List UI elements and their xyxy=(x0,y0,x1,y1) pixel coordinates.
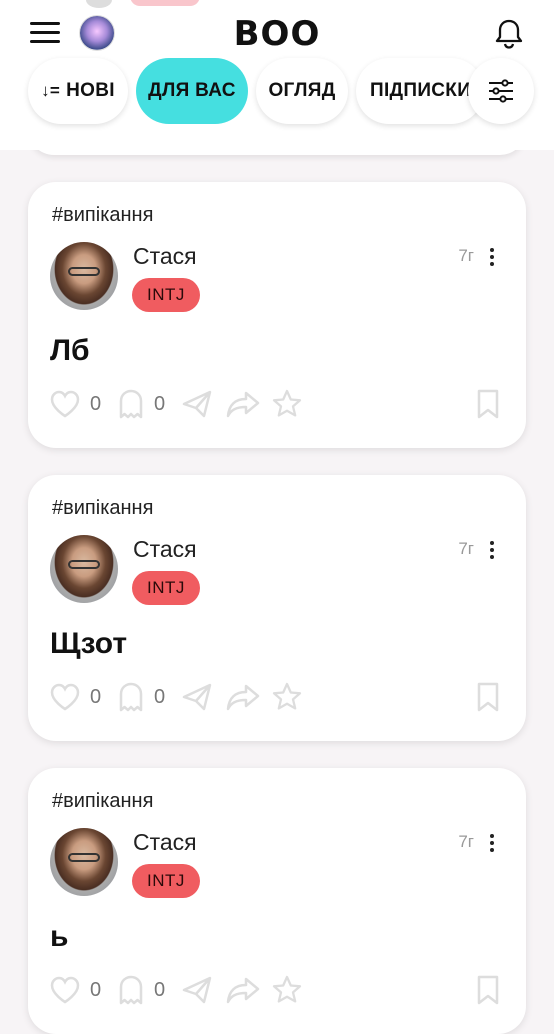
star-icon xyxy=(272,389,302,417)
paper-plane-icon xyxy=(182,683,212,711)
more-options-icon[interactable] xyxy=(490,834,496,854)
share-arrow-icon xyxy=(226,684,260,711)
send-button[interactable] xyxy=(182,681,212,713)
post-text: ь xyxy=(50,920,69,953)
tab-for-you-label: ДЛЯ ВАС xyxy=(148,80,236,101)
post-tag[interactable]: #випікання xyxy=(52,204,153,227)
share-button[interactable] xyxy=(226,388,260,420)
comment-count: 0 xyxy=(154,978,166,1001)
share-button[interactable] xyxy=(226,681,260,713)
star-icon xyxy=(272,682,302,710)
ghost-icon xyxy=(119,389,143,419)
tab-review-label: ОГЛЯД xyxy=(268,80,336,101)
post-card[interactable]: #випікання Стася INTJ 7г Щзот 0 0 xyxy=(28,475,526,741)
post-tag[interactable]: #випікання xyxy=(52,497,153,520)
post-tag[interactable]: #випікання xyxy=(52,790,153,813)
previous-card-avatar-fragment xyxy=(86,0,112,8)
like-button[interactable]: 0 xyxy=(50,388,101,420)
paper-plane-icon xyxy=(182,390,212,418)
comment-button[interactable]: 0 xyxy=(118,681,165,713)
bookmark-button[interactable] xyxy=(476,388,500,420)
bookmark-icon xyxy=(477,975,499,1005)
tab-review[interactable]: ОГЛЯД xyxy=(256,58,348,124)
comment-count: 0 xyxy=(154,685,166,708)
ghost-icon xyxy=(119,975,143,1005)
bookmark-icon xyxy=(477,389,499,419)
ghost-icon xyxy=(119,682,143,712)
send-button[interactable] xyxy=(182,388,212,420)
star-button[interactable] xyxy=(272,388,302,420)
comment-button[interactable]: 0 xyxy=(118,974,165,1006)
tab-subscriptions-label: ПІДПИСКИ xyxy=(370,80,472,101)
author-avatar[interactable] xyxy=(50,828,118,896)
post-time: 7г xyxy=(458,832,474,851)
share-button[interactable] xyxy=(226,974,260,1006)
send-button[interactable] xyxy=(182,974,212,1006)
post-actions: 0 0 xyxy=(50,681,510,713)
author-name[interactable]: Стася xyxy=(133,536,197,563)
more-options-icon[interactable] xyxy=(490,541,496,561)
bookmark-icon xyxy=(477,682,499,712)
star-button[interactable] xyxy=(272,681,302,713)
author-avatar[interactable] xyxy=(50,535,118,603)
bookmark-button[interactable] xyxy=(476,681,500,713)
sort-icon: ↓= xyxy=(41,81,61,100)
share-arrow-icon xyxy=(226,391,260,418)
star-button[interactable] xyxy=(272,974,302,1006)
heart-icon xyxy=(50,683,80,711)
post-text: Лб xyxy=(50,334,90,367)
like-button[interactable]: 0 xyxy=(50,681,101,713)
comment-button[interactable]: 0 xyxy=(118,388,165,420)
more-options-icon[interactable] xyxy=(490,248,496,268)
author-avatar[interactable] xyxy=(50,242,118,310)
like-count: 0 xyxy=(90,685,102,708)
tab-subscriptions[interactable]: ПІДПИСКИ xyxy=(356,58,484,124)
tab-for-you[interactable]: ДЛЯ ВАС xyxy=(136,58,248,124)
filter-button[interactable] xyxy=(468,58,534,124)
post-card[interactable]: #випікання Стася INTJ 7г Лб 0 0 xyxy=(28,182,526,448)
post-actions: 0 0 xyxy=(50,388,510,420)
mbti-badge: INTJ xyxy=(132,864,200,898)
app-title: BOO xyxy=(233,14,321,54)
star-icon xyxy=(272,975,302,1003)
top-header: BOO ↓= НОВІ ДЛЯ ВАС ОГЛЯД ПІДПИСКИ xyxy=(0,0,554,150)
post-text: Щзот xyxy=(50,627,128,660)
post-actions: 0 0 xyxy=(50,974,510,1006)
tab-new-label: НОВІ xyxy=(66,80,115,101)
like-button[interactable]: 0 xyxy=(50,974,101,1006)
sliders-icon xyxy=(489,79,513,103)
post-time: 7г xyxy=(458,539,474,558)
like-count: 0 xyxy=(90,978,102,1001)
tab-new[interactable]: ↓= НОВІ xyxy=(28,58,128,124)
bell-icon[interactable] xyxy=(494,18,524,50)
post-card[interactable]: #випікання Стася INTJ 7г ь 0 0 xyxy=(28,768,526,1034)
like-count: 0 xyxy=(90,392,102,415)
mbti-badge: INTJ xyxy=(132,278,200,312)
comment-count: 0 xyxy=(154,392,166,415)
post-time: 7г xyxy=(458,246,474,265)
mbti-badge: INTJ xyxy=(132,571,200,605)
heart-icon xyxy=(50,390,80,418)
feed-tabs: ↓= НОВІ ДЛЯ ВАС ОГЛЯД ПІДПИСКИ xyxy=(28,58,548,128)
previous-card-badge-fragment xyxy=(130,0,200,6)
bookmark-button[interactable] xyxy=(476,974,500,1006)
author-name[interactable]: Стася xyxy=(133,243,197,270)
author-name[interactable]: Стася xyxy=(133,829,197,856)
